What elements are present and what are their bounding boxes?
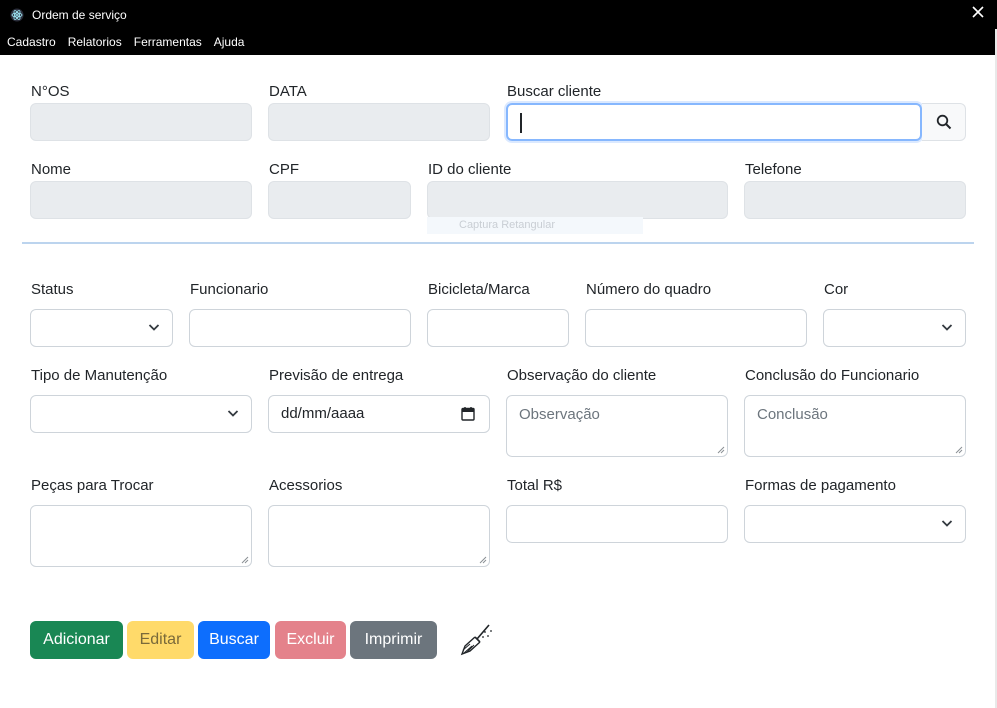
- accessories-label: Acessorios: [269, 477, 343, 494]
- date-label: DATA: [269, 83, 307, 100]
- cpf-field: [268, 181, 411, 219]
- parts-textarea[interactable]: [30, 505, 252, 567]
- status-label: Status: [31, 281, 74, 298]
- section-divider: [22, 242, 974, 244]
- phone-label: Telefone: [745, 161, 802, 178]
- chevron-down-icon: [227, 410, 239, 417]
- employee-conclusion-textarea[interactable]: Conclusão: [744, 395, 966, 457]
- title-bar: Ordem de serviço: [0, 0, 997, 29]
- chevron-down-icon: [148, 324, 160, 331]
- accessories-textarea[interactable]: [268, 505, 490, 567]
- resize-handle-icon[interactable]: [716, 445, 725, 454]
- print-button[interactable]: Imprimir: [350, 621, 437, 659]
- menu-item-cadastro[interactable]: Cadastro: [7, 35, 56, 49]
- os-number-label: N°OS: [31, 83, 70, 100]
- employee-conclusion-label: Conclusão do Funcionario: [745, 367, 920, 384]
- frame-number-label: Número do quadro: [586, 281, 712, 298]
- client-note-label: Observação do cliente: [507, 367, 657, 384]
- delete-button[interactable]: Excluir: [275, 621, 346, 659]
- employee-input[interactable]: [189, 309, 411, 347]
- search-client-button[interactable]: [922, 103, 966, 141]
- phone-field: [744, 181, 966, 219]
- maintenance-type-label: Tipo de Manutenção: [31, 367, 168, 384]
- search-icon: [936, 114, 951, 130]
- search-client-input[interactable]: [506, 103, 922, 141]
- menu-item-ajuda[interactable]: Ajuda: [214, 35, 245, 49]
- client-id-label: ID do cliente: [428, 161, 512, 178]
- search-button[interactable]: Buscar: [198, 621, 270, 659]
- status-select[interactable]: [30, 309, 173, 347]
- add-button[interactable]: Adicionar: [30, 621, 123, 659]
- os-number-field: [30, 103, 252, 141]
- chevron-down-icon: [941, 324, 953, 331]
- resize-handle-icon[interactable]: [478, 555, 487, 564]
- payment-select[interactable]: [744, 505, 966, 543]
- cpf-label: CPF: [269, 161, 299, 178]
- maintenance-type-select[interactable]: [30, 395, 252, 433]
- menu-item-relatorios[interactable]: Relatorios: [68, 35, 122, 49]
- client-id-field: [427, 181, 728, 219]
- broom-icon[interactable]: [458, 622, 494, 658]
- calendar-icon[interactable]: [461, 406, 475, 421]
- date-field: [268, 103, 490, 141]
- color-select[interactable]: [823, 309, 966, 347]
- bike-brand-label: Bicicleta/Marca: [428, 281, 530, 298]
- client-note-textarea[interactable]: Observação: [506, 395, 728, 457]
- delivery-date-label: Previsão de entrega: [269, 367, 404, 384]
- bike-brand-input[interactable]: [427, 309, 569, 347]
- delivery-date-input[interactable]: dd/mm/aaaa: [268, 395, 490, 433]
- date-placeholder: dd/mm/aaaa: [281, 405, 365, 422]
- frame-number-input[interactable]: [585, 309, 807, 347]
- chevron-down-icon: [941, 520, 953, 527]
- name-label: Nome: [31, 161, 72, 178]
- total-label: Total R$: [507, 477, 563, 494]
- window-title: Ordem de serviço: [32, 7, 127, 22]
- parts-label: Peças para Trocar: [31, 477, 154, 494]
- client-note-placeholder: Observação: [519, 406, 600, 423]
- text-caret: [520, 113, 522, 133]
- color-label: Cor: [824, 281, 849, 298]
- employee-conclusion-placeholder: Conclusão: [757, 406, 828, 423]
- payment-label: Formas de pagamento: [745, 477, 896, 494]
- capture-tooltip: Captura Retangular: [427, 217, 643, 234]
- employee-label: Funcionario: [190, 281, 269, 298]
- resize-handle-icon[interactable]: [240, 555, 249, 564]
- resize-handle-icon[interactable]: [954, 445, 963, 454]
- edit-button[interactable]: Editar: [127, 621, 194, 659]
- search-client-label: Buscar cliente: [507, 83, 602, 100]
- total-input[interactable]: [506, 505, 728, 543]
- menu-item-ferramentas[interactable]: Ferramentas: [134, 35, 202, 49]
- electron-atom-icon: [10, 8, 24, 22]
- name-field: [30, 181, 252, 219]
- close-icon[interactable]: [971, 5, 985, 19]
- menu-bar: Cadastro Relatorios Ferramentas Ajuda: [0, 29, 995, 55]
